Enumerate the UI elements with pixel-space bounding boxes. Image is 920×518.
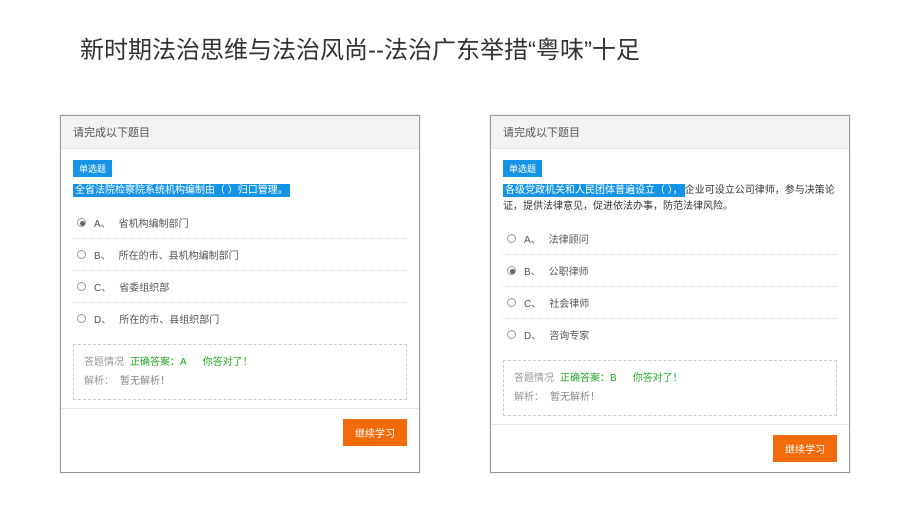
card-header: 请完成以下题目 [61,116,419,149]
option-text: 省机构编制部门 [119,215,189,230]
radio-icon [507,298,516,307]
question-stem: 全省法院检察院系统机构编制由（ ）归口管理。 [73,183,407,199]
praise-text: 你答对了！ [633,369,683,384]
analysis-text: 暂无解析！ [550,388,600,403]
correct-answer: 正确答案：A [130,353,187,368]
card-header: 请完成以下题目 [491,116,849,149]
option-text: 省委组织部 [119,279,169,294]
question-card-right: 请完成以下题目 单选题 各级党政机关和人民团体普遍设立（ ），企业可设立公司律师… [490,115,850,473]
card-body: 单选题 全省法院检察院系统机构编制由（ ）归口管理。 A、 省机构编制部门 B、… [61,149,419,408]
option-text: 社会律师 [549,295,589,310]
option-text: 咨询专家 [549,327,589,342]
option-a[interactable]: A、 法律顾问 [503,223,837,254]
radio-icon [77,314,86,323]
option-list: A、 省机构编制部门 B、 所在的市、县机构编制部门 C、 省委组织部 D、 所… [73,207,407,334]
feedback-box: 答题情况 正确答案：A 你答对了！ 解析： 暂无解析！ [73,344,407,400]
page-title: 新时期法治思维与法治风尚--法治广东举措“粤味”十足 [0,0,920,65]
stem-highlight: 全省法院检察院系统机构编制由（ ）归口管理。 [73,184,290,197]
question-type-tag: 单选题 [503,160,542,177]
option-letter: A、 [524,231,541,246]
question-cards: 请完成以下题目 单选题 全省法院检察院系统机构编制由（ ）归口管理。 A、 省机… [0,65,920,473]
card-footer: 继续学习 [61,408,419,456]
analysis-label: 解析： [84,372,114,387]
option-text: 公职律师 [549,263,589,278]
option-letter: B、 [524,263,541,278]
question-type-tag: 单选题 [73,160,112,177]
feedback-box: 答题情况 正确答案：B 你答对了！ 解析： 暂无解析！ [503,360,837,416]
option-letter: C、 [524,295,541,310]
option-b[interactable]: B、 公职律师 [503,254,837,286]
feedback-label: 答题情况 [514,369,554,384]
radio-icon [77,218,86,227]
continue-button[interactable]: 继续学习 [773,435,837,462]
option-letter: D、 [94,311,111,326]
radio-icon [507,234,516,243]
analysis-label: 解析： [514,388,544,403]
feedback-label: 答题情况 [84,353,124,368]
option-letter: C、 [94,279,111,294]
option-letter: D、 [524,327,541,342]
card-footer: 继续学习 [491,424,849,472]
option-d[interactable]: D、 所在的市、县组织部门 [73,302,407,334]
stem-highlight: 各级党政机关和人民团体普遍设立（ ）， [503,184,685,197]
radio-icon [507,266,516,275]
option-letter: A、 [94,215,111,230]
radio-icon [77,250,86,259]
option-a[interactable]: A、 省机构编制部门 [73,207,407,238]
option-c[interactable]: C、 社会律师 [503,286,837,318]
option-text: 法律顾问 [549,231,589,246]
option-b[interactable]: B、 所在的市、县机构编制部门 [73,238,407,270]
card-body: 单选题 各级党政机关和人民团体普遍设立（ ），企业可设立公司律师，参与决策论证，… [491,149,849,424]
option-text: 所在的市、县组织部门 [119,311,219,326]
question-stem: 各级党政机关和人民团体普遍设立（ ），企业可设立公司律师，参与决策论证，提供法律… [503,183,837,215]
correct-answer: 正确答案：B [560,369,617,384]
question-card-left: 请完成以下题目 单选题 全省法院检察院系统机构编制由（ ）归口管理。 A、 省机… [60,115,420,473]
analysis-text: 暂无解析！ [120,372,170,387]
option-d[interactable]: D、 咨询专家 [503,318,837,350]
continue-button[interactable]: 继续学习 [343,419,407,446]
option-list: A、 法律顾问 B、 公职律师 C、 社会律师 D、 咨询专家 [503,223,837,350]
option-text: 所在的市、县机构编制部门 [119,247,239,262]
radio-icon [77,282,86,291]
radio-icon [507,330,516,339]
praise-text: 你答对了！ [203,353,253,368]
option-letter: B、 [94,247,111,262]
option-c[interactable]: C、 省委组织部 [73,270,407,302]
